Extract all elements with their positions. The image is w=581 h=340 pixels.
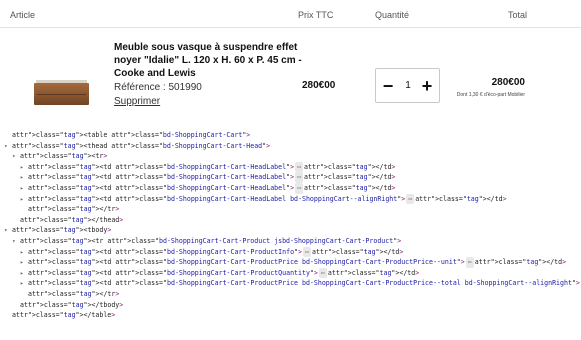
eco-part-note: Dont 1,30 € d'éco-part Mobilier xyxy=(456,92,525,98)
dom-node-line[interactable]: ▾ attr">class="tag"><thead attr">class="b… xyxy=(0,141,581,152)
dom-node-line[interactable]: attr">class="tag"></thead> xyxy=(0,215,581,226)
dom-node-line[interactable]: attr">class="tag"></tbody> xyxy=(0,300,581,311)
product-reference: Référence : 501990 xyxy=(114,82,202,93)
dom-node-line[interactable]: ▸ attr">class="tag"><td attr">class="bd-S… xyxy=(0,246,581,258)
collapsed-content-ellipsis[interactable]: ⋯ xyxy=(465,257,474,268)
dom-node-line[interactable]: ▸ attr">class="tag"><td attr">class="bd-S… xyxy=(0,278,581,289)
dom-node-line[interactable]: ▾ attr">class="tag"><tbody> xyxy=(0,225,581,236)
devtools-elements-panel: attr">class="tag"><table attr">class="bd… xyxy=(0,126,581,340)
increase-quantity-button[interactable]: + xyxy=(417,74,437,98)
dom-node-line[interactable]: attr">class="tag"></tr> xyxy=(0,289,581,300)
decrease-quantity-button[interactable]: − xyxy=(378,74,398,98)
collapsed-content-ellipsis[interactable]: ⋯ xyxy=(295,172,304,183)
dom-node-line[interactable]: ▾ attr">class="tag"><tr> xyxy=(0,151,581,162)
dom-node-line[interactable]: ▸ attr">class="tag"><td attr">class="bd-S… xyxy=(0,257,581,268)
collapsed-content-ellipsis[interactable]: ⋯ xyxy=(295,182,304,194)
dom-node-line[interactable]: attr">class="tag"></tr> xyxy=(0,204,581,215)
remove-link[interactable]: Supprimer xyxy=(114,96,160,107)
header-quantite: Quantité xyxy=(375,10,410,20)
dom-node-line[interactable]: ▸ attr">class="tag"><td attr">class="bd-S… xyxy=(0,193,581,205)
dom-node-line[interactable]: ▸ attr">class="tag"><td attr">class="bd-S… xyxy=(0,182,581,194)
dom-node-line[interactable]: ▾ attr">class="tag"><tr attr">class="bd-S… xyxy=(0,236,581,247)
dom-node-line[interactable]: attr">class="tag"></table> xyxy=(0,310,581,321)
dom-node-line[interactable]: attr">class="tag"><table attr">class="bd… xyxy=(0,130,581,141)
collapsed-content-ellipsis[interactable]: ⋯ xyxy=(406,193,415,205)
unit-price: 280€00 xyxy=(302,80,336,91)
product-total: 280€00 xyxy=(491,77,525,88)
header-prix-ttc: Prix TTC xyxy=(298,10,334,20)
cart-header-row: Article Prix TTC Quantité Total xyxy=(0,0,581,28)
header-total: Total xyxy=(507,10,527,20)
shopping-cart: Article Prix TTC Quantité Total Meuble s… xyxy=(0,0,581,126)
dom-node-line[interactable]: ▸ attr">class="tag"><td attr">class="bd-S… xyxy=(0,172,581,183)
collapsed-content-ellipsis[interactable]: ⋯ xyxy=(303,246,311,258)
collapsed-content-ellipsis[interactable]: ⋯ xyxy=(295,161,304,173)
product-name[interactable]: Meuble sous vasque à suspendre effet noy… xyxy=(114,41,314,80)
dom-node-line[interactable]: ▸ attr">class="tag"><td attr">class="bd-S… xyxy=(0,161,581,173)
thumbnail-drawer-line xyxy=(37,94,86,95)
product-thumbnail[interactable] xyxy=(34,80,89,107)
quantity-value[interactable]: 1 xyxy=(398,80,418,91)
quantity-stepper: − 1 + xyxy=(375,68,440,103)
dom-node-line[interactable]: ▸ attr">class="tag"><td attr">class="bd-S… xyxy=(0,267,581,279)
header-article: Article xyxy=(10,10,36,20)
collapsed-content-ellipsis[interactable]: ⋯ xyxy=(318,267,327,279)
